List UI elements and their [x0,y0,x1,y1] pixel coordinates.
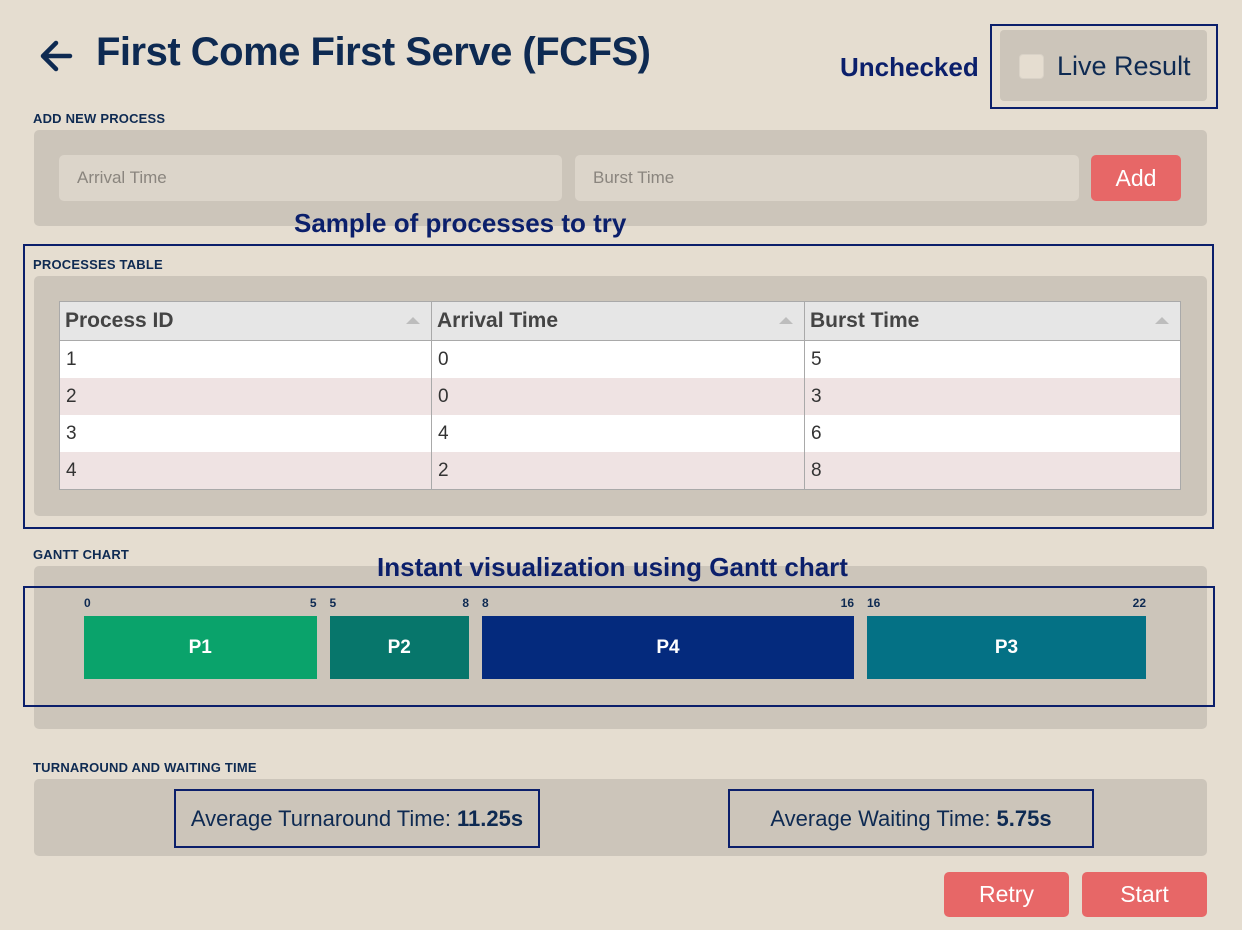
gantt-end-tick-p2: 8 [462,596,469,610]
burst-time-input[interactable] [575,155,1079,201]
header-label: Arrival Time [437,309,559,332]
add-process-section-label: ADD NEW PROCESS [33,111,166,126]
gantt-start-tick-p2: 5 [329,596,337,610]
turnaround-label: Average Turnaround Time: [190,805,451,831]
sort-asc-icon[interactable] [1155,317,1169,324]
start-button[interactable]: Start [1082,872,1207,917]
add-button[interactable]: Add [1091,155,1181,201]
table-row[interactable]: 3 4 6 [59,415,1181,452]
header-process-id[interactable]: Process ID [59,301,432,341]
back-arrow-icon[interactable] [36,36,76,76]
header-label: Process ID [65,309,174,332]
cell-burst-time: 5 [804,340,1181,378]
header-burst-time[interactable]: Burst Time [804,301,1181,341]
cell-process-id: 3 [59,415,432,452]
cell-burst-time: 8 [804,452,1181,490]
live-result-checkbox[interactable] [1019,54,1044,79]
gantt-bar-p1: P1 [84,616,317,679]
gantt-start-tick-p4: 8 [482,596,489,610]
gantt-bar-p4: P4 [482,616,854,679]
gantt-end-tick-p1: 5 [309,596,317,610]
average-waiting-time: Average Waiting Time: 5.75s [728,789,1094,848]
cell-arrival-time: 0 [431,378,805,415]
gantt-bar-p2: P2 [329,616,469,679]
cell-burst-time: 6 [804,415,1181,452]
waiting-value: 5.75s [996,805,1052,831]
header-arrival-time[interactable]: Arrival Time [431,301,805,341]
gantt-end-tick-p3: 22 [1132,596,1146,610]
annotation-unchecked: Unchecked [840,52,979,82]
processes-table: Process ID Arrival Time Burst Time 1 0 5… [59,301,1181,490]
annotation-gantt: Instant visualization using Gantt chart [377,552,848,582]
cell-process-id: 4 [59,452,432,490]
retry-button[interactable]: Retry [944,872,1069,917]
cell-arrival-time: 2 [431,452,805,490]
gantt-chart: P1 0 5 P2 5 8 P4 8 16 P3 16 22 [84,596,1146,680]
metrics-section-label: TURNAROUND AND WAITING TIME [33,760,257,775]
cell-process-id: 1 [59,340,432,378]
cell-process-id: 2 [59,378,432,415]
gantt-start-tick-p1: 0 [84,596,91,610]
gantt-start-tick-p3: 16 [867,596,881,610]
table-row[interactable]: 4 2 8 [59,452,1181,490]
page-title: First Come First Serve (FCFS) [96,30,651,74]
gantt-section-label: GANTT CHART [33,547,130,562]
sort-asc-icon[interactable] [406,317,420,324]
table-row[interactable]: 1 0 5 [59,340,1181,378]
cell-arrival-time: 0 [431,340,805,378]
gantt-end-tick-p4: 16 [840,596,854,610]
annotation-sample: Sample of processes to try [294,208,627,238]
live-result-label[interactable]: Live Result [1057,51,1191,82]
processes-table-wrapper: Process ID Arrival Time Burst Time 1 0 5… [59,301,1181,490]
table-header-row: Process ID Arrival Time Burst Time [59,301,1181,341]
header-label: Burst Time [810,309,920,332]
gantt-bar-p3: P3 [867,616,1146,679]
table-row[interactable]: 2 0 3 [59,378,1181,415]
arrival-time-input[interactable] [59,155,562,201]
sort-asc-icon[interactable] [779,317,793,324]
turnaround-value: 11.25s [457,805,524,831]
waiting-label: Average Waiting Time: [770,805,991,831]
average-turnaround-time: Average Turnaround Time: 11.25s [174,789,540,848]
cell-arrival-time: 4 [431,415,805,452]
cell-burst-time: 3 [804,378,1181,415]
